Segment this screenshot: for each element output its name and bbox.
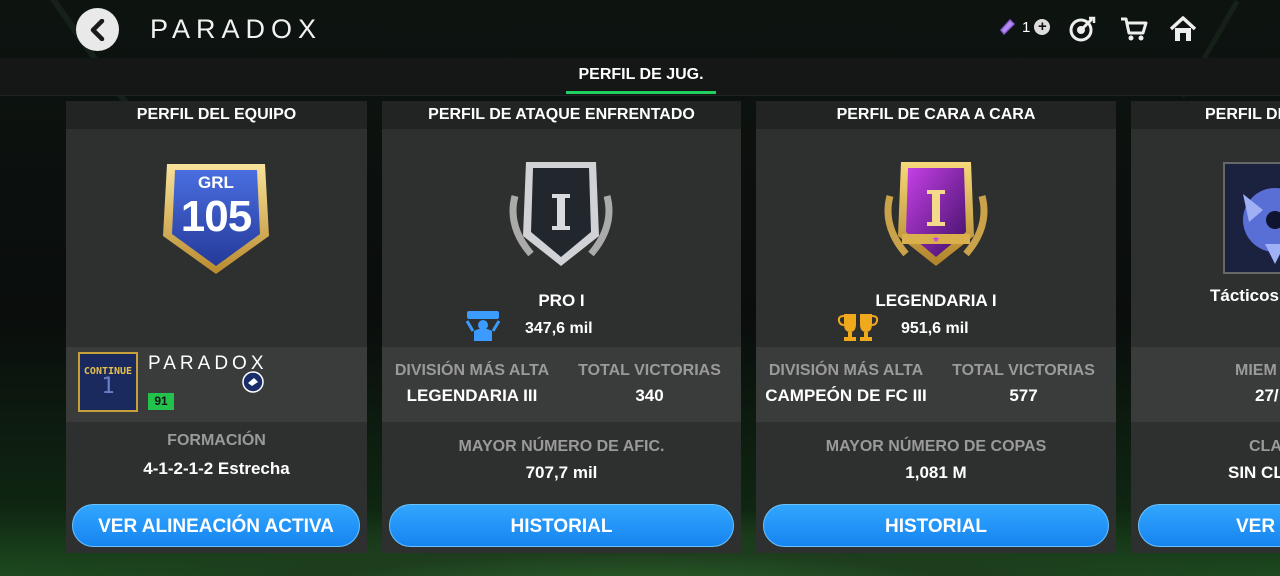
total-wins-label: TOTAL VICTORIAS	[952, 362, 1095, 379]
highest-division-value: CAMPEÓN DE FC III	[765, 386, 927, 405]
stat-value: 707,7 mil	[525, 463, 598, 482]
tab-bar: PERFIL DE JUG.	[0, 58, 1280, 96]
stat-label: MAYOR NÚMERO DE COPAS	[825, 438, 1047, 455]
club-logo: CONTINUE 1	[78, 352, 138, 412]
total-wins-value: 340	[635, 386, 664, 405]
silver-rank-badge-icon	[509, 162, 613, 266]
gold-rank-badge-icon	[884, 162, 988, 266]
active-tab-indicator	[566, 91, 716, 94]
trophy-icon	[837, 314, 879, 341]
crest-emblem-icon	[1243, 188, 1280, 264]
stat-value: 1,081 M	[905, 463, 967, 482]
formation-label: FORMACIÓN	[167, 432, 266, 449]
top-bar: PARADOX 1 +	[0, 0, 1280, 58]
cart-icon[interactable]	[1119, 14, 1149, 44]
card-heading: PERFIL DEL EQUIPO	[66, 101, 367, 129]
page-title: PARADOX	[150, 14, 323, 44]
back-button[interactable]	[76, 8, 119, 51]
rank-name: PRO I	[538, 291, 585, 310]
view-active-lineup-button[interactable]: VER ALINEACIÓN ACTIVA	[72, 504, 360, 547]
stats-band: MIEM 27/	[1131, 347, 1280, 422]
card-subtitle: Tácticos	[1210, 286, 1279, 305]
stat-label: MAYOR NÚMERO DE AFIC.	[458, 438, 665, 455]
currency-indicator[interactable]: 1 +	[996, 16, 1051, 38]
fans-icon	[465, 311, 501, 341]
league-profile-card: PERFIL DE Tácticos MIEM 27/ CLA SIN CL V…	[1131, 101, 1280, 553]
rank-score: 347,6 mil	[525, 320, 593, 337]
overall-badge: GRL 105	[157, 156, 275, 278]
target-icon[interactable]	[1067, 14, 1097, 44]
chevron-left-icon	[90, 18, 104, 41]
total-wins-label: TOTAL VICTORIAS	[578, 362, 721, 379]
stat-label: CLA	[1249, 438, 1280, 455]
token-icon	[1000, 19, 1015, 35]
add-currency-icon[interactable]: +	[1034, 19, 1051, 35]
card-heading: PERFIL DE CARA A CARA	[756, 101, 1116, 129]
rank-score: 951,6 mil	[901, 320, 969, 337]
club-crest	[1223, 162, 1280, 274]
currency-count: 1	[1022, 18, 1031, 36]
club-band: CONTINUE 1 PARADOX 91	[66, 347, 367, 422]
highest-division-label: DIVISIÓN MÁS ALTA	[768, 362, 924, 379]
card-heading: PERFIL DE	[1131, 101, 1280, 129]
stats-band: DIVISIÓN MÁS ALTA LEGENDARIA III TOTAL V…	[382, 347, 741, 422]
formation-value: 4-1-2-1-2 Estrecha	[143, 459, 290, 478]
h2h-profile-card: PERFIL DE CARA A CARA LEGENDARIA I 951,6…	[756, 101, 1116, 553]
rank-name: LEGENDARIA I	[875, 291, 997, 310]
badge-label: GRL	[198, 173, 234, 192]
badge-value: 105	[180, 192, 252, 241]
stat-value: SIN CL	[1228, 463, 1280, 482]
highest-division-label: DIVISIÓN MÁS ALTA	[394, 362, 550, 379]
whistle-icon	[242, 371, 264, 393]
home-icon[interactable]	[1168, 14, 1198, 44]
team-profile-card: PERFIL DEL EQUIPO GRL 105 CONTINUE 1 PAR…	[66, 101, 367, 553]
highest-division-value: LEGENDARIA III	[406, 386, 538, 405]
total-wins-value: 577	[1009, 386, 1038, 405]
history-button[interactable]: HISTORIAL	[763, 504, 1109, 547]
stats-band: DIVISIÓN MÁS ALTA CAMPEÓN DE FC III TOTA…	[756, 347, 1116, 422]
members-label: MIEM	[1235, 362, 1277, 379]
members-value: 27/	[1255, 386, 1279, 405]
card-heading: PERFIL DE ATAQUE ENFRENTADO	[382, 101, 741, 129]
rivals-profile-card: PERFIL DE ATAQUE ENFRENTADO PRO I 347,6 …	[382, 101, 741, 553]
history-button[interactable]: HISTORIAL	[389, 504, 734, 547]
view-button[interactable]: VER	[1138, 504, 1280, 547]
club-rating-badge: 91	[148, 393, 174, 410]
